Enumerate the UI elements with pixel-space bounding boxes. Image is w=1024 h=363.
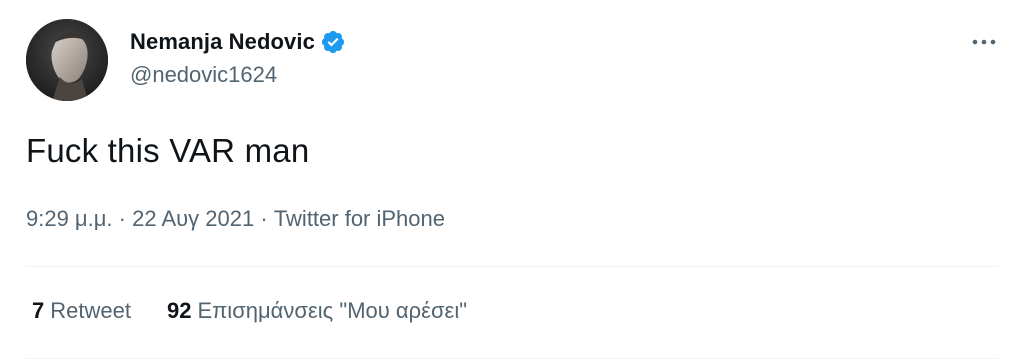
tweet-card: Nemanja Nedovic @nedovic1624 Fuck this V… bbox=[0, 0, 1024, 363]
divider bbox=[26, 266, 998, 267]
meta-separator: · bbox=[118, 206, 126, 231]
likes-stat[interactable]: 92 Επισημάνσεις "Μου αρέσει" bbox=[167, 298, 467, 324]
meta-separator: · bbox=[260, 206, 268, 231]
tweet-date[interactable]: 22 Αυγ 2021 bbox=[132, 206, 254, 231]
more-horizontal-icon bbox=[972, 39, 996, 45]
divider bbox=[26, 358, 998, 359]
retweets-count: 7 bbox=[32, 298, 45, 323]
avatar[interactable] bbox=[26, 19, 108, 101]
retweets-stat[interactable]: 7 Retweet bbox=[32, 298, 131, 324]
more-options-button[interactable] bbox=[966, 27, 1002, 57]
tweet-stats: 7 Retweet 92 Επισημάνσεις "Μου αρέσει" bbox=[32, 298, 503, 324]
tweet-source[interactable]: Twitter for iPhone bbox=[274, 206, 445, 231]
verified-badge-icon bbox=[320, 29, 346, 55]
author-display-name[interactable]: Nemanja Nedovic bbox=[130, 29, 315, 55]
tweet-meta: 9:29 μ.μ. · 22 Αυγ 2021 · Twitter for iP… bbox=[26, 206, 445, 232]
author-name-row: Nemanja Nedovic bbox=[130, 27, 346, 57]
tweet-text: Fuck this VAR man bbox=[26, 132, 310, 169]
avatar-image bbox=[26, 19, 108, 101]
author-handle[interactable]: @nedovic1624 bbox=[130, 62, 277, 88]
retweets-label: Retweet bbox=[50, 298, 131, 323]
likes-label: Επισημάνσεις "Μου αρέσει" bbox=[197, 298, 468, 323]
tweet-time[interactable]: 9:29 μ.μ. bbox=[26, 206, 113, 231]
likes-count: 92 bbox=[166, 298, 192, 323]
